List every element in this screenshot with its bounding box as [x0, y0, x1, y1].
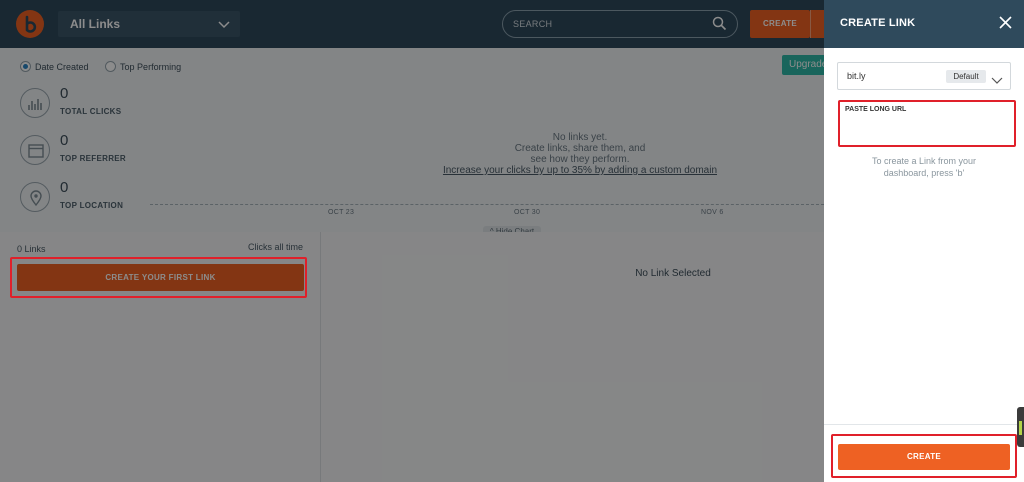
panel-title: CREATE LINK [840, 17, 916, 29]
panel-footer: CREATE [824, 424, 1024, 482]
keyboard-hint: To create a Link from your dashboard, pr… [871, 156, 977, 178]
default-badge: Default [946, 70, 986, 83]
side-feedback-tab[interactable] [1017, 407, 1024, 447]
close-icon[interactable] [999, 16, 1012, 34]
panel-header: CREATE LINK [824, 0, 1024, 48]
domain-value: bit.ly [847, 71, 866, 81]
long-url-input[interactable] [845, 106, 1009, 142]
long-url-box [838, 100, 1016, 147]
domain-select[interactable]: bit.ly Default [837, 62, 1011, 90]
create-link-button[interactable]: CREATE [838, 444, 1010, 470]
chevron-down-icon [991, 72, 1003, 90]
dashboard: All Links CREATE Date Created Top Perfor… [0, 0, 827, 482]
modal-overlay[interactable] [0, 0, 824, 482]
create-link-panel: CREATE LINK bit.ly Default To create a L… [824, 0, 1024, 482]
